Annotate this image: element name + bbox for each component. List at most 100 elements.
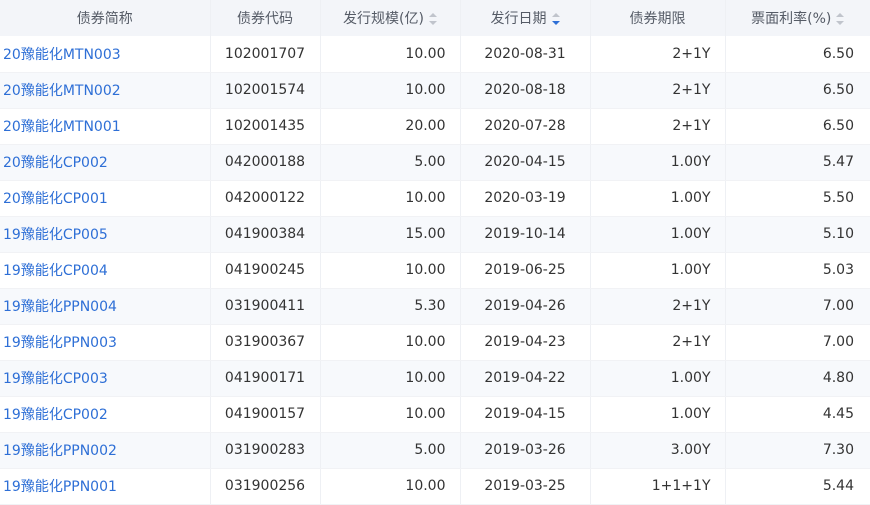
bond-name-link[interactable]: 19豫能化PPN003 [3, 335, 117, 351]
issue-date-cell: 2019-04-26 [460, 288, 591, 325]
bond-code-cell: 041900384 [210, 216, 321, 253]
coupon-rate-cell: 4.80 [725, 360, 870, 397]
bond-code: 041900157 [224, 406, 306, 422]
coupon-rate-cell: 7.00 [725, 324, 870, 361]
issue-scale: 10.00 [405, 334, 446, 350]
issue-date-cell: 2019-06-25 [460, 252, 591, 289]
bond-name-link[interactable]: 19豫能化CP003 [3, 371, 108, 387]
issue-date-cell: 2020-07-28 [460, 108, 591, 145]
col-header-scale[interactable]: 发行规模(亿) [320, 0, 461, 36]
bond-code: 102001707 [224, 45, 306, 62]
sort-icon[interactable] [428, 13, 437, 25]
header-row: 债券简称 债券代码 发行规模(亿) 发行日期 债券期限 票面利率(%) [0, 0, 870, 36]
table-row: 19豫能化CP004 041900245 10.00 2019-06-25 1.00Y 5… [0, 252, 870, 289]
issue-scale-cell: 10.00 [320, 360, 461, 397]
issue-date-cell: 2019-04-15 [460, 396, 591, 433]
bond-term: 1.00Y [670, 226, 711, 242]
bond-term-cell: 1.00Y [590, 216, 726, 253]
issue-scale: 10.00 [405, 190, 446, 206]
issue-date-cell: 2020-03-19 [460, 180, 591, 217]
issue-scale: 20.00 [405, 118, 446, 134]
issue-date: 2020-08-31 [484, 45, 566, 62]
issue-date-cell: 2019-10-14 [460, 216, 591, 253]
bond-name-link[interactable]: 19豫能化CP002 [3, 407, 108, 423]
issue-date: 2019-04-15 [484, 406, 566, 422]
bond-code: 041900171 [224, 370, 306, 386]
coupon-rate: 5.03 [822, 262, 854, 278]
col-header-term-label: 债券期限 [629, 11, 686, 27]
coupon-rate: 4.80 [822, 370, 854, 386]
issue-date: 2019-04-23 [484, 334, 566, 350]
table-row: 20豫能化MTN002 102001574 10.00 2020-08-18 2+1Y 6… [0, 72, 870, 109]
col-header-rate[interactable]: 票面利率(%) [725, 0, 870, 36]
issue-scale: 10.00 [405, 262, 446, 278]
bond-term: 1.00Y [670, 262, 711, 278]
bond-code: 042000188 [224, 154, 306, 170]
bond-code-cell: 102001574 [210, 72, 321, 109]
bond-code-cell: 041900157 [210, 396, 321, 433]
issue-scale: 10.00 [405, 45, 446, 62]
bond-name-link-cell: 20豫能化MTN001 [0, 108, 211, 145]
coupon-rate-cell: 6.50 [725, 36, 870, 73]
issue-date: 2020-07-28 [484, 118, 566, 134]
bond-code: 041900384 [224, 226, 306, 242]
issue-scale-cell: 10.00 [320, 72, 461, 109]
bond-code: 031900283 [224, 442, 306, 458]
bond-code-cell: 102001435 [210, 108, 321, 145]
bond-code-cell: 041900171 [210, 360, 321, 397]
issue-date: 2019-06-25 [484, 262, 566, 278]
bond-term: 2+1Y [672, 82, 711, 98]
bond-term: 3.00Y [670, 442, 711, 458]
col-header-date-label[interactable]: 发行日期 [491, 11, 547, 27]
coupon-rate: 5.50 [822, 190, 854, 206]
bond-name-link[interactable]: 20豫能化MTN003 [3, 47, 121, 63]
bond-name-link[interactable]: 19豫能化PPN002 [3, 443, 117, 459]
bond-term-cell: 1.00Y [590, 144, 726, 181]
table-header: 债券简称 债券代码 发行规模(亿) 发行日期 债券期限 票面利率(%) [0, 0, 870, 36]
table-row: 20豫能化MTN003 102001707 10.00 2020-08-31 2+1Y 6… [0, 36, 870, 73]
bond-name-link-cell: 19豫能化PPN003 [0, 324, 211, 361]
bond-term-cell: 2+1Y [590, 108, 726, 145]
coupon-rate: 6.50 [822, 118, 854, 134]
table-row: 19豫能化PPN003 031900367 10.00 2019-04-23 2+1Y 7… [0, 324, 870, 361]
issue-date-cell: 2019-03-26 [460, 432, 591, 469]
coupon-rate-cell: 5.44 [725, 468, 870, 505]
issue-scale: 5.30 [414, 298, 446, 314]
table-row: 20豫能化MTN001 102001435 20.00 2020-07-28 2+1Y 6… [0, 108, 870, 145]
col-header-rate-label[interactable]: 票面利率(%) [751, 11, 831, 27]
bond-name-link[interactable]: 19豫能化CP004 [3, 263, 108, 279]
issue-scale: 5.00 [414, 154, 446, 170]
bond-code-cell: 031900367 [210, 324, 321, 361]
issue-date-cell: 2020-04-15 [460, 144, 591, 181]
bond-term-cell: 1.00Y [590, 252, 726, 289]
bond-code-cell: 031900283 [210, 432, 321, 469]
bond-name-link[interactable]: 19豫能化CP005 [3, 227, 108, 243]
issue-scale: 10.00 [405, 406, 446, 422]
table-row: 19豫能化CP003 041900171 10.00 2019-04-22 1.00Y 4… [0, 360, 870, 397]
bond-name-link-cell: 20豫能化CP002 [0, 144, 211, 181]
sort-desc-icon[interactable] [551, 13, 560, 25]
bond-name-link[interactable]: 20豫能化CP002 [3, 155, 108, 171]
bond-code: 031900411 [224, 298, 306, 314]
issue-date-cell: 2020-08-31 [460, 36, 591, 73]
bond-name-link[interactable]: 20豫能化MTN002 [3, 83, 121, 99]
bond-code-cell: 042000188 [210, 144, 321, 181]
sort-icon[interactable] [836, 13, 845, 25]
coupon-rate-cell: 6.50 [725, 108, 870, 145]
coupon-rate-cell: 5.50 [725, 180, 870, 217]
issue-scale-cell: 10.00 [320, 396, 461, 433]
bond-term: 1.00Y [670, 154, 711, 170]
bond-code: 102001574 [224, 82, 306, 98]
issue-scale-cell: 5.00 [320, 432, 461, 469]
bond-name-link[interactable]: 19豫能化PPN004 [3, 299, 117, 315]
col-header-scale-label[interactable]: 发行规模(亿) [343, 11, 424, 27]
bond-name-link[interactable]: 19豫能化PPN001 [3, 479, 117, 495]
col-header-date[interactable]: 发行日期 [460, 0, 591, 36]
issue-scale: 15.00 [405, 226, 446, 242]
issue-scale-cell: 10.00 [320, 180, 461, 217]
issue-scale-cell: 20.00 [320, 108, 461, 145]
bond-name-link[interactable]: 20豫能化CP001 [3, 191, 108, 207]
bond-name-link[interactable]: 20豫能化MTN001 [3, 119, 121, 135]
col-header-code-label: 债券代码 [237, 11, 293, 27]
bond-term-cell: 1.00Y [590, 180, 726, 217]
